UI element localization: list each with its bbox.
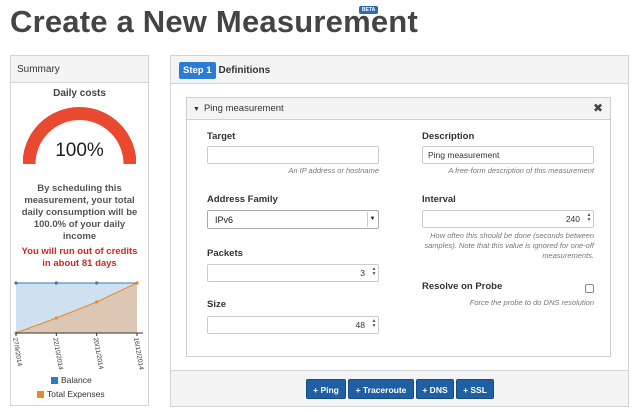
description-input[interactable] <box>422 146 594 164</box>
packets-input[interactable] <box>207 264 379 282</box>
step-title: Definitions <box>218 65 271 76</box>
target-help: An IP address or hostname <box>288 166 379 175</box>
x-tick-label: 22/10/2014 <box>51 337 64 371</box>
dropdown-arrow-icon: ▼ <box>367 212 377 227</box>
packets-stepper-icon[interactable]: ▲ ▼ <box>371 267 377 277</box>
consumption-text: By scheduling this measurement, your tot… <box>21 183 138 242</box>
legend-balance: Balance <box>51 375 92 385</box>
resolve-on-probe-label: Resolve on Probe <box>422 281 503 292</box>
x-tick-label: 20/11/2014 <box>92 337 105 370</box>
series-point-0-2 <box>95 281 99 285</box>
beta-badge: BETA <box>359 6 379 14</box>
credits-warning: You will run out of credits in about 81 … <box>21 246 138 269</box>
target-label: Target <box>207 131 236 142</box>
add-traceroute-button[interactable]: + Traceroute <box>348 379 414 399</box>
description-label: Description <box>422 131 475 142</box>
interval-input[interactable] <box>422 210 594 228</box>
address-family-value: IPv6 <box>215 215 234 225</box>
interval-label: Interval <box>422 194 456 205</box>
size-input[interactable] <box>207 316 379 334</box>
legend-balance-swatch <box>51 377 58 384</box>
add-ping-button[interactable]: + Ping <box>306 379 346 399</box>
description-help: A free-form description of this measurem… <box>448 166 594 175</box>
target-input[interactable] <box>207 146 379 164</box>
close-icon[interactable]: ✖ <box>593 101 603 115</box>
series-point-1-1 <box>54 316 58 320</box>
series-point-0-1 <box>54 281 58 285</box>
credits-chart: 27/9/2014 22/10/2014 20/11/2014 16/12/2014 <box>11 281 145 371</box>
summary-header: Summary <box>11 56 148 83</box>
packets-field: ▲▼ <box>207 264 379 282</box>
interval-help: How often this should be done (seconds b… <box>424 231 594 260</box>
series-point-1-3 <box>135 281 139 285</box>
size-field: ▲▼ <box>207 316 379 334</box>
add-measurement-bar: + Ping + Traceroute + DNS + SSL <box>171 370 628 406</box>
series-point-1-2 <box>95 300 99 304</box>
x-tick-label: 16/12/2014 <box>132 337 145 371</box>
summary-panel: Summary Daily costs 100% By scheduling t… <box>10 55 149 406</box>
add-dns-button[interactable]: + DNS <box>416 379 454 399</box>
wizard-header: Step 1 Definitions <box>171 56 628 84</box>
caret-down-icon: ▼ <box>193 106 200 113</box>
definition-title: Ping measurement <box>203 103 284 114</box>
x-tick-label: 27/9/2014 <box>11 337 23 367</box>
legend-expenses: Total Expenses <box>37 389 105 399</box>
legend-expenses-label: Total Expenses <box>47 389 105 399</box>
size-label: Size <box>207 299 227 310</box>
gauge-value: 100% <box>55 140 104 161</box>
definition-header[interactable]: ▼ Ping measurement <box>187 98 610 120</box>
legend-expenses-swatch <box>37 391 44 398</box>
address-family-select[interactable]: IPv6 ▼ <box>207 210 379 229</box>
add-ssl-button[interactable]: + SSL <box>456 379 494 399</box>
resolve-on-probe-checkbox[interactable] <box>585 284 594 293</box>
interval-field: ▲▼ <box>422 210 594 228</box>
step-badge[interactable]: Step 1 <box>179 62 216 79</box>
page-title: Create a New Measurement <box>10 4 418 39</box>
definition-box: ▼ Ping measurement ✖ Target An IP address… <box>186 97 611 357</box>
size-stepper-icon[interactable]: ▲ ▼ <box>371 319 377 329</box>
series-point-0-0 <box>14 281 18 285</box>
resolve-on-probe-help: Force the probe to do DNS resolution <box>469 298 594 307</box>
wizard-panel: Step 1 Definitions ▼ Ping measurement ✖ Ta… <box>170 55 629 407</box>
packets-label: Packets <box>207 248 243 259</box>
legend-balance-label: Balance <box>61 375 92 385</box>
daily-costs-label: Daily costs <box>53 88 106 99</box>
address-family-label: Address Family <box>207 194 278 205</box>
interval-stepper-icon[interactable]: ▲ ▼ <box>586 213 592 223</box>
